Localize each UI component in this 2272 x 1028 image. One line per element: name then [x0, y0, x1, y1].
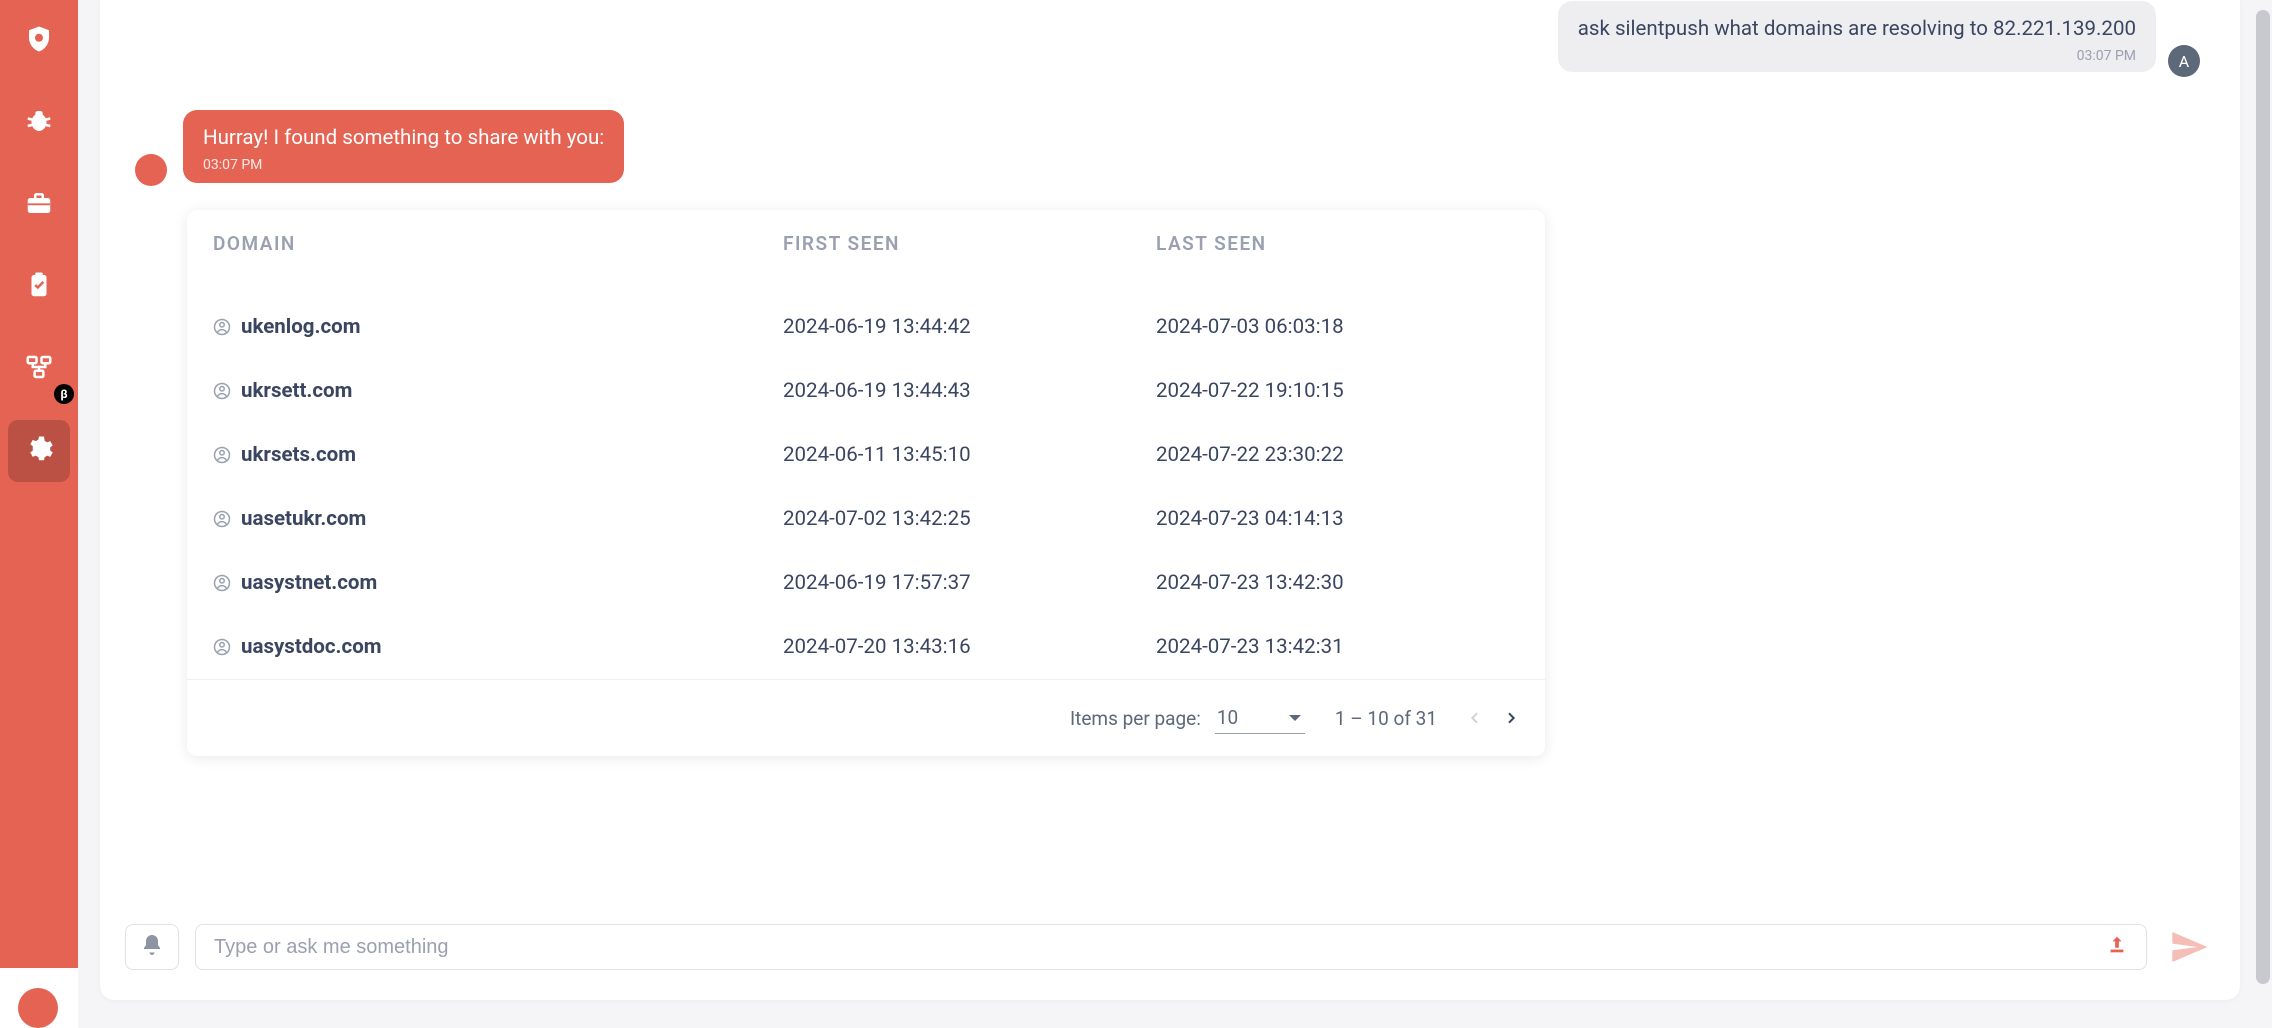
- user-message-row: ask silentpush what domains are resolvin…: [1558, 1, 2200, 77]
- chevron-right-icon: [1503, 706, 1519, 730]
- send-button[interactable]: [2163, 927, 2215, 967]
- bot-message-time: 03:07 PM: [203, 157, 604, 173]
- cell-domain: ukrsett.com: [213, 379, 783, 403]
- table-row[interactable]: ukenlog.com 2024-06-19 13:44:422024-07-03…: [187, 295, 1545, 359]
- bot-avatar: [135, 154, 167, 186]
- gear-icon: [24, 434, 54, 468]
- scrollbar-thumb[interactable]: [2256, 10, 2270, 984]
- user-circle-icon: [213, 574, 231, 592]
- cell-domain: uasetukr.com: [213, 507, 783, 531]
- upload-button[interactable]: [2106, 934, 2128, 961]
- user-circle-icon: [213, 446, 231, 464]
- chat-container: ask silentpush what domains are resolvin…: [100, 0, 2240, 1000]
- user-avatar: A: [2168, 45, 2200, 77]
- items-per-page-label: Items per page:: [1070, 707, 1201, 730]
- items-per-page: Items per page: 10: [1070, 702, 1305, 734]
- domain-text: uasystdoc.com: [241, 635, 382, 659]
- pagination-arrows: [1467, 706, 1519, 730]
- table-header-row: DOMAIN FIRST SEEN LAST SEEN: [187, 210, 1545, 295]
- bottom-avatar-dot: [18, 988, 58, 1028]
- cell-domain: ukenlog.com: [213, 315, 783, 339]
- cell-last-seen: 2024-07-22 19:10:15: [1156, 379, 1519, 403]
- cell-last-seen: 2024-07-23 13:42:30: [1156, 571, 1519, 595]
- results-table-card: DOMAIN FIRST SEEN LAST SEEN ukenlog.com 2…: [187, 210, 1545, 756]
- column-header-domain[interactable]: DOMAIN: [213, 232, 783, 255]
- sidebar-item-shield[interactable]: [8, 10, 70, 72]
- cell-last-seen: 2024-07-03 06:03:18: [1156, 315, 1519, 339]
- page-next-button[interactable]: [1503, 706, 1519, 730]
- bug-icon: [24, 106, 54, 140]
- cell-domain: uasystdoc.com: [213, 635, 783, 659]
- domain-text: ukrsett.com: [241, 379, 352, 403]
- cell-last-seen: 2024-07-23 13:42:31: [1156, 635, 1519, 659]
- shield-icon: [24, 24, 54, 58]
- table-footer: Items per page: 10 1 – 10 of 31: [187, 679, 1545, 756]
- clipboard-icon: [24, 270, 54, 304]
- caret-down-icon: [1289, 715, 1301, 721]
- cell-first-seen: 2024-07-02 13:42:25: [783, 507, 1156, 531]
- briefcase-icon: [24, 188, 54, 222]
- user-circle-icon: [213, 638, 231, 656]
- notifications-button[interactable]: [125, 924, 179, 970]
- user-message-time: 03:07 PM: [1578, 48, 2136, 64]
- beta-badge: β: [54, 384, 74, 404]
- cell-domain: ukrsets.com: [213, 443, 783, 467]
- cell-first-seen: 2024-06-19 13:44:43: [783, 379, 1156, 403]
- bot-message-bubble: Hurray! I found something to share with …: [183, 110, 624, 183]
- cell-first-seen: 2024-06-19 13:44:42: [783, 315, 1156, 339]
- table-row[interactable]: ukrsets.com 2024-06-11 13:45:102024-07-22…: [187, 423, 1545, 487]
- workflow-icon: [24, 352, 54, 386]
- sidebar-item-workflow[interactable]: β: [8, 338, 70, 400]
- user-circle-icon: [213, 510, 231, 528]
- input-bar: [125, 924, 2215, 970]
- upload-icon: [2106, 937, 2128, 961]
- table-row[interactable]: uasetukr.com 2024-07-02 13:42:252024-07-2…: [187, 487, 1545, 551]
- bot-message-row: Hurray! I found something to share with …: [135, 110, 624, 186]
- scrollbar[interactable]: [2252, 0, 2272, 1028]
- chevron-left-icon: [1467, 706, 1483, 730]
- sidebar-item-clipboard[interactable]: [8, 256, 70, 318]
- sidebar: β: [0, 0, 78, 968]
- sidebar-item-bug[interactable]: [8, 92, 70, 154]
- message-input[interactable]: [214, 936, 2106, 959]
- items-per-page-value: 10: [1217, 706, 1238, 729]
- domain-text: uasetukr.com: [241, 507, 366, 531]
- bell-icon: [140, 933, 164, 961]
- user-circle-icon: [213, 382, 231, 400]
- cell-first-seen: 2024-06-19 17:57:37: [783, 571, 1156, 595]
- cell-last-seen: 2024-07-22 23:30:22: [1156, 443, 1519, 467]
- page-prev-button[interactable]: [1467, 706, 1483, 730]
- domain-text: uasystnet.com: [241, 571, 377, 595]
- main-area: ask silentpush what domains are resolvin…: [78, 0, 2272, 1028]
- paper-plane-icon: [2169, 927, 2209, 967]
- pagination-range: 1 – 10 of 31: [1335, 707, 1437, 730]
- cell-first-seen: 2024-07-20 13:43:16: [783, 635, 1156, 659]
- cell-first-seen: 2024-06-11 13:45:10: [783, 443, 1156, 467]
- table-row[interactable]: ukrsett.com 2024-06-19 13:44:432024-07-22…: [187, 359, 1545, 423]
- cell-last-seen: 2024-07-23 04:14:13: [1156, 507, 1519, 531]
- column-header-last-seen[interactable]: LAST SEEN: [1156, 232, 1519, 255]
- user-message-bubble: ask silentpush what domains are resolvin…: [1558, 1, 2156, 72]
- column-header-first-seen[interactable]: FIRST SEEN: [783, 232, 1156, 255]
- table-row[interactable]: uasystdoc.com 2024-07-20 13:43:162024-07-…: [187, 615, 1545, 679]
- cell-domain: uasystnet.com: [213, 571, 783, 595]
- domain-text: ukenlog.com: [241, 315, 360, 339]
- results-table: DOMAIN FIRST SEEN LAST SEEN ukenlog.com 2…: [187, 210, 1545, 679]
- user-message-text: ask silentpush what domains are resolvin…: [1578, 15, 2136, 44]
- domain-text: ukrsets.com: [241, 443, 356, 467]
- sidebar-item-briefcase[interactable]: [8, 174, 70, 236]
- table-row[interactable]: uasystnet.com 2024-06-19 17:57:372024-07-…: [187, 551, 1545, 615]
- items-per-page-select[interactable]: 10: [1215, 702, 1305, 734]
- user-circle-icon: [213, 318, 231, 336]
- message-input-wrapper: [195, 924, 2147, 970]
- sidebar-item-settings[interactable]: [8, 420, 70, 482]
- bot-message-text: Hurray! I found something to share with …: [203, 124, 604, 153]
